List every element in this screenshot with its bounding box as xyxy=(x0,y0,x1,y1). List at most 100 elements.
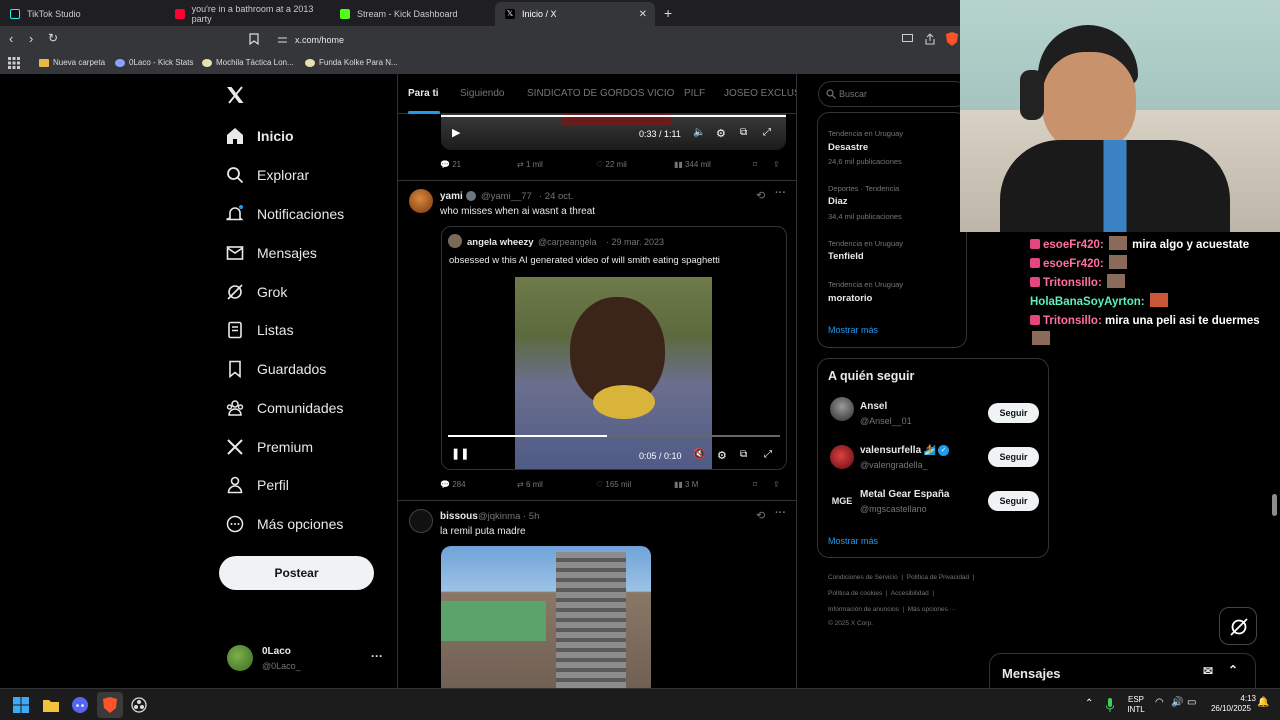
bookmark-funda[interactable]: Funda Kolke Para N... xyxy=(305,58,398,67)
show-more-trends-link[interactable]: Mostrar más xyxy=(828,325,878,335)
new-message-icon[interactable]: ✉ xyxy=(1203,664,1213,678)
tab-youtube[interactable]: you're in a bathroom at a 2013 party xyxy=(165,2,330,26)
bookmark-icon[interactable]: ⌑ xyxy=(753,160,757,169)
nav-explore[interactable]: Explorar xyxy=(226,163,309,187)
like-button[interactable]: ♡ 22 mil xyxy=(596,160,627,169)
clock[interactable]: 4:13 26/10/2025 xyxy=(1206,694,1256,714)
settings-icon[interactable]: ⚙ xyxy=(717,449,727,462)
video-player[interactable]: ▶ 0:33 / 1:11 🔈 ⚙ ⧉ ⤢ xyxy=(441,114,786,150)
account-menu-icon[interactable]: ··· xyxy=(371,649,383,663)
author-name[interactable]: bissous xyxy=(440,511,478,522)
footer-link[interactable]: Política de Privacidad xyxy=(907,574,970,581)
bookmark-kick-stats[interactable]: 0Laco - Kick Stats xyxy=(115,58,193,67)
wifi-icon[interactable]: ◠ xyxy=(1155,698,1164,708)
nav-home[interactable]: Inicio xyxy=(226,124,294,148)
tab-list-pilf[interactable]: PILF xyxy=(684,88,705,99)
nav-messages[interactable]: Mensajes xyxy=(226,241,317,265)
tab-for-you[interactable]: Para ti xyxy=(408,88,439,99)
mute-icon[interactable]: 🔇 xyxy=(693,449,705,460)
reload-button[interactable]: ↻ xyxy=(48,31,58,45)
footer-link[interactable]: Condiciones de Servicio xyxy=(828,574,898,581)
nav-lists[interactable]: Listas xyxy=(226,318,294,342)
avatar[interactable] xyxy=(830,445,854,469)
footer-cookies[interactable]: Política de cookies | Accesibilidad | xyxy=(828,590,934,597)
views-button[interactable]: ▮▮ 3 M xyxy=(674,480,698,489)
video-progress[interactable] xyxy=(441,115,786,117)
volume-icon[interactable]: 🔈 xyxy=(693,127,705,138)
tray-overflow-icon[interactable]: ⌃ xyxy=(1085,699,1093,709)
grok-explain-icon[interactable]: ⟲ xyxy=(756,509,765,522)
bookmark-folder[interactable]: Nueva carpeta xyxy=(39,58,105,67)
views-button[interactable]: ▮▮ 344 mil xyxy=(674,160,711,169)
footer-link[interactable]: Información de anuncios xyxy=(828,606,899,613)
apps-grid-icon[interactable] xyxy=(8,57,20,69)
windows-start-icon[interactable] xyxy=(13,697,29,713)
messages-drawer[interactable]: Mensajes ✉ ⌃ xyxy=(989,653,1256,689)
expand-icon[interactable]: ⌃ xyxy=(1228,663,1238,677)
show-more-follow-link[interactable]: Mostrar más xyxy=(828,536,878,546)
nav-notifications[interactable]: Notificaciones xyxy=(226,202,344,226)
share-icon[interactable]: ⇪ xyxy=(773,480,780,489)
tab-tiktok-studio[interactable]: TikTok Studio xyxy=(0,2,165,26)
follow-name[interactable]: valensurfella 🏄 xyxy=(860,445,936,456)
footer-link[interactable]: Política de cookies xyxy=(828,590,882,597)
tab-kick-dashboard[interactable]: Stream - Kick Dashboard xyxy=(330,2,495,26)
footer-link[interactable]: Más opciones ··· xyxy=(908,606,956,613)
page-scrollbar[interactable] xyxy=(1272,494,1277,516)
account-avatar[interactable] xyxy=(227,645,253,671)
follow-button[interactable]: Seguir xyxy=(988,403,1039,423)
footer-link[interactable]: Accesibilidad xyxy=(891,590,929,597)
tab-x-home[interactable]: 𝕏 Inicio / X ✕ xyxy=(495,2,655,26)
reply-button[interactable]: 💬 21 xyxy=(440,160,461,169)
grok-explain-icon[interactable]: ⟲ xyxy=(756,189,765,202)
footer-terms[interactable]: Condiciones de Servicio | Política de Pr… xyxy=(828,574,974,581)
grok-button[interactable] xyxy=(1219,607,1257,645)
follow-name[interactable]: Metal Gear España xyxy=(860,489,949,500)
avatar[interactable] xyxy=(409,509,433,533)
avatar[interactable] xyxy=(409,189,433,213)
share-icon[interactable]: ⇪ xyxy=(773,160,780,169)
post-image[interactable] xyxy=(441,546,651,688)
forward-button[interactable]: › xyxy=(29,31,33,46)
fullscreen-icon[interactable]: ⤢ xyxy=(764,449,772,460)
avatar[interactable] xyxy=(830,397,854,421)
repost-button[interactable]: ⇄ 1 mil xyxy=(517,160,543,169)
follow-name[interactable]: Ansel xyxy=(860,401,887,412)
x-logo-icon[interactable] xyxy=(226,86,245,104)
nav-communities[interactable]: Comunidades xyxy=(226,396,343,420)
bookmark-icon[interactable]: ⌑ xyxy=(753,480,757,489)
bookmark-page-icon[interactable] xyxy=(249,33,259,45)
share-icon[interactable] xyxy=(924,33,936,45)
pip-icon[interactable]: ⧉ xyxy=(740,449,747,460)
repost-button[interactable]: ⇄ 6 mil xyxy=(517,480,543,489)
like-button[interactable]: ♡ 165 mil xyxy=(596,480,631,489)
play-icon[interactable]: ▶ xyxy=(452,126,460,139)
nav-more[interactable]: Más opciones xyxy=(226,512,343,536)
fullscreen-icon[interactable]: ⤢ xyxy=(763,127,771,138)
new-tab-button[interactable]: + xyxy=(664,5,672,21)
follow-button[interactable]: Seguir xyxy=(988,491,1039,511)
brave-shield-icon[interactable] xyxy=(946,32,958,46)
back-button[interactable]: ‹ xyxy=(9,31,13,46)
tab-list-joseo[interactable]: JOSEO EXCLUSIV xyxy=(724,88,796,99)
battery-icon[interactable]: ▭ xyxy=(1187,698,1196,708)
author-handle[interactable]: @yami__77 xyxy=(481,191,532,202)
follow-button[interactable]: Seguir xyxy=(988,447,1039,467)
microphone-icon[interactable] xyxy=(1106,698,1114,712)
volume-icon[interactable]: 🔊 xyxy=(1171,698,1183,708)
nav-profile[interactable]: Perfil xyxy=(226,473,289,497)
post-date[interactable]: · 5h xyxy=(523,511,539,522)
nav-bookmarks[interactable]: Guardados xyxy=(226,357,326,381)
post-button[interactable]: Postear xyxy=(219,556,374,590)
nav-grok[interactable]: Grok xyxy=(226,280,287,304)
post-menu-icon[interactable]: ··· xyxy=(775,187,786,199)
bookmark-mochila[interactable]: Mochila Táctica Lon... xyxy=(202,58,294,67)
language-indicator[interactable]: ESP INTL xyxy=(1124,695,1148,715)
file-explorer-icon[interactable] xyxy=(43,697,59,713)
post-date[interactable]: · 24 oct. xyxy=(539,191,573,202)
site-settings-icon[interactable] xyxy=(278,36,287,44)
pause-icon[interactable]: ❚❚ xyxy=(451,447,469,460)
close-tab-icon[interactable]: ✕ xyxy=(639,9,647,20)
cast-icon[interactable] xyxy=(902,34,913,44)
author-name[interactable]: yami xyxy=(440,191,463,202)
